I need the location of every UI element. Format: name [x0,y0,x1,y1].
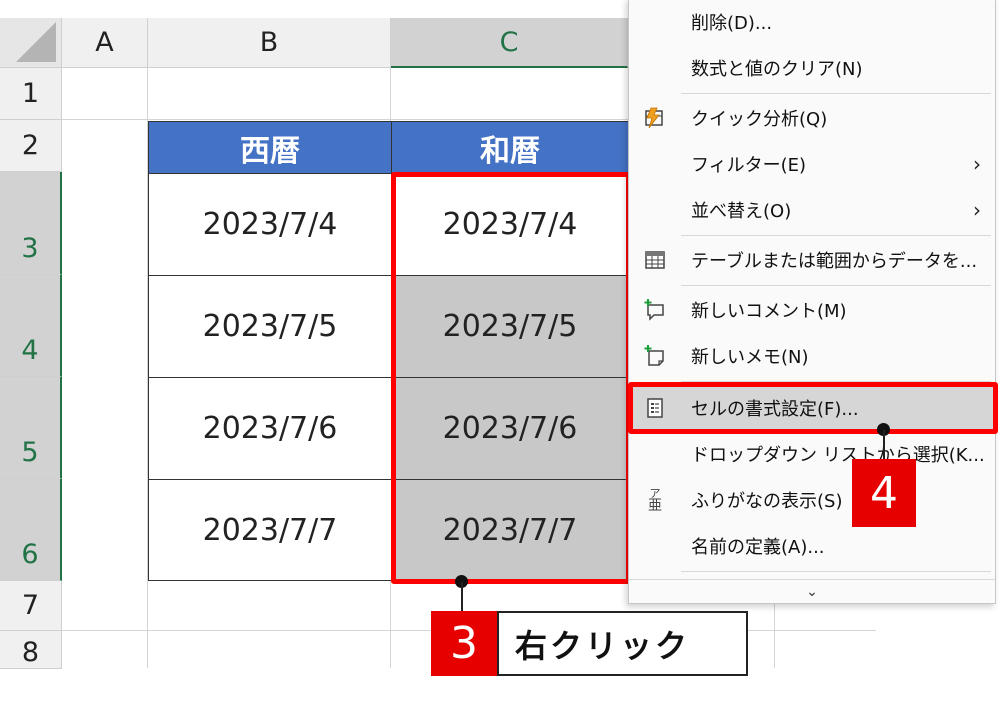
row-header-5[interactable]: 5 [0,377,62,479]
comment-icon [629,298,681,322]
menu-separator [681,571,991,572]
menu-item-quick-analysis[interactable]: クイック分析(Q) [629,95,995,141]
menu-item-label: フィルター(E) [691,155,807,176]
format-cells-highlight [628,382,998,434]
step-3-badge: 3 [431,611,497,676]
menu-item-filter[interactable]: フィルター(E) › [629,141,995,187]
furigana-icon-top: ア [649,486,661,500]
callout-4-line [883,430,885,460]
table-header-seireki[interactable]: 西暦 [148,121,392,174]
quick-analysis-icon [629,106,681,130]
furigana-icon: ア 亜 [629,488,681,513]
menu-separator [681,285,991,286]
row-header-6[interactable]: 6 [0,479,62,581]
menu-item-new-comment[interactable]: 新しいコメント(M) [629,287,995,333]
menu-item-sort[interactable]: 並べ替え(O) › [629,187,995,233]
menu-item-label: 並べ替え(O) [691,201,792,222]
menu-item-pick-from-dropdown[interactable]: ドロップダウン リストから選択(K... [629,431,995,477]
menu-item-label: ふりがなの表示(S) [691,491,843,512]
table-cell-b3[interactable]: 2023/7/4 [148,173,392,276]
menu-item-label: 新しいメモ(N) [691,347,809,368]
table-cell-b5[interactable]: 2023/7/6 [148,377,392,480]
row-header-1[interactable]: 1 [0,68,62,120]
table-icon [629,248,681,272]
menu-item-delete[interactable]: 削除(D)... [629,0,995,45]
menu-item-label: 新しいコメント(M) [691,301,847,322]
column-header-c[interactable]: C [391,18,628,68]
callout-3-line [461,582,463,612]
menu-item-new-note[interactable]: 新しいメモ(N) [629,333,995,379]
menu-item-get-data-from-table[interactable]: テーブルまたは範囲からデータを... [629,237,995,283]
menu-item-label: 名前の定義(A)... [691,537,825,558]
menu-item-label: クイック分析(Q) [691,109,828,130]
row-header-3[interactable]: 3 [0,172,62,275]
menu-separator [681,235,991,236]
menu-item-clear-contents[interactable]: 数式と値のクリア(N) [629,45,995,91]
chevron-right-icon: › [973,198,981,222]
menu-item-label: ドロップダウン リストから選択(K... [691,445,985,466]
select-all-corner[interactable] [0,18,62,68]
gridline [774,604,775,668]
context-menu: 削除(D)... 数式と値のクリア(N) クイック分析(Q) フィルター(E) … [628,0,996,604]
chevron-right-icon: › [973,152,981,176]
column-header-b[interactable]: B [148,18,391,68]
table-cell-b4[interactable]: 2023/7/5 [148,275,392,378]
table-header-wareki[interactable]: 和暦 [391,121,629,174]
row-header-4[interactable]: 4 [0,275,62,377]
menu-item-label: テーブルまたは範囲からデータを... [691,251,978,272]
step-3-label: 右クリック [497,611,748,676]
column-header-a[interactable]: A [62,18,148,68]
menu-more-chevron-icon[interactable]: ⌄ [629,579,995,604]
row-header-2[interactable]: 2 [0,120,62,172]
furigana-icon-bottom: 亜 [648,497,662,514]
note-icon [629,344,681,368]
table-cell-b6[interactable]: 2023/7/7 [148,479,392,581]
row-header-7[interactable]: 7 [0,581,62,631]
row-header-8[interactable]: 8 [0,631,62,669]
selection-highlight [391,172,631,584]
menu-item-show-furigana[interactable]: ア 亜 ふりがなの表示(S) [629,477,995,523]
menu-item-define-name[interactable]: 名前の定義(A)... [629,523,995,569]
gridline [62,119,628,120]
step-4-badge: 4 [852,459,916,527]
menu-separator [681,93,991,94]
menu-item-label: 数式と値のクリア(N) [691,59,863,80]
menu-item-label: 削除(D)... [691,13,773,34]
